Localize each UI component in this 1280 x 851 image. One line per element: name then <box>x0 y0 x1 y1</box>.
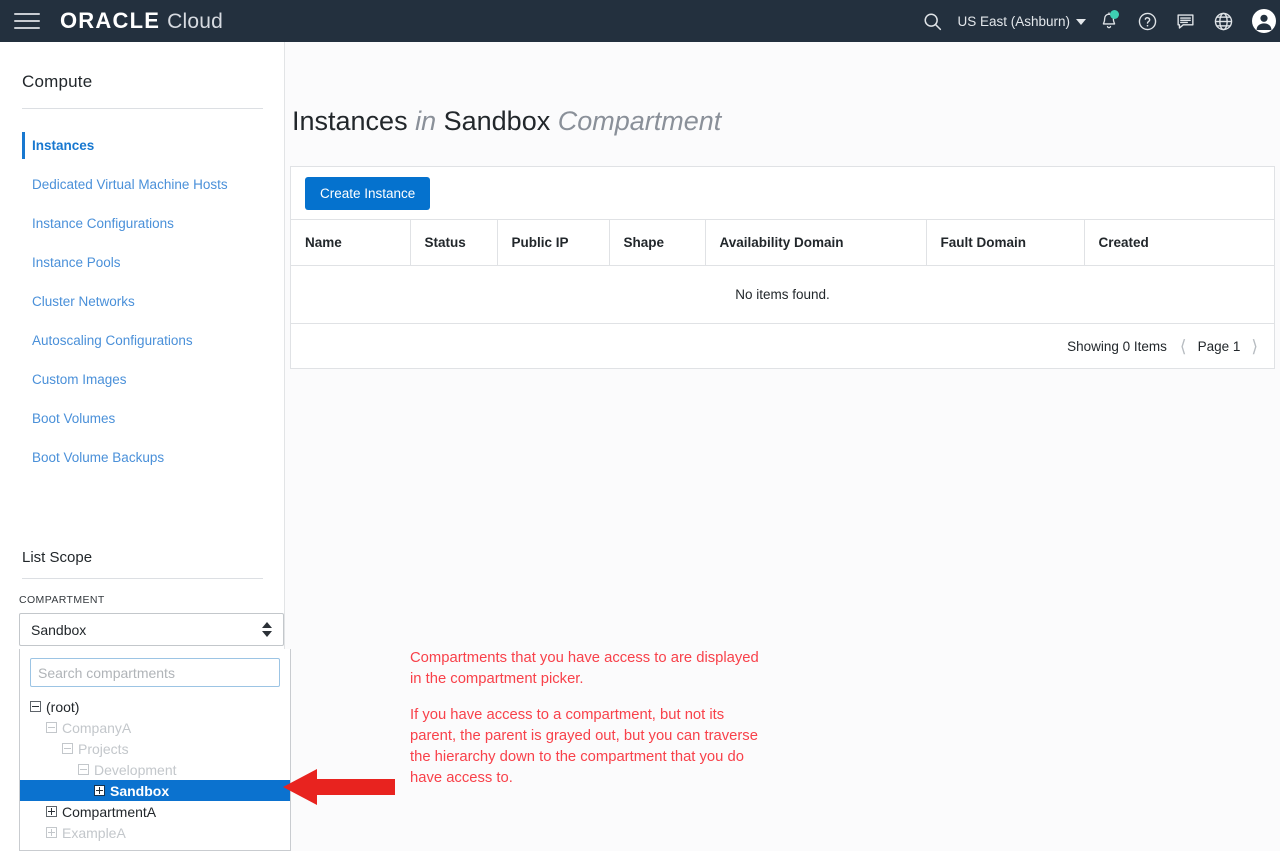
sidebar-item-label: Dedicated Virtual Machine Hosts <box>32 177 228 192</box>
top-header-bar: ORACLE Cloud US East (Ashburn) <box>0 0 1280 42</box>
create-instance-button[interactable]: Create Instance <box>305 176 431 210</box>
column-header-status[interactable]: Status <box>410 220 498 266</box>
sidebar-nav: Instances Dedicated Virtual Machine Host… <box>0 126 285 477</box>
table-header-row: Name Status Public IP Shape Availability… <box>291 220 1274 266</box>
sidebar-item-cluster-networks[interactable]: Cluster Networks <box>0 282 285 321</box>
list-scope-divider <box>22 578 263 579</box>
sidebar-divider <box>22 108 263 109</box>
tree-toggle-plus-icon[interactable] <box>46 827 57 838</box>
tree-toggle-minus-icon[interactable] <box>62 743 73 754</box>
brand-cloud-text: Cloud <box>167 10 223 33</box>
tree-node-label: Sandbox <box>110 782 170 799</box>
compartment-dropdown-panel: (root) CompanyA Projects Development San… <box>19 649 291 851</box>
sidebar-item-label: Autoscaling Configurations <box>32 333 193 348</box>
region-selector[interactable]: US East (Ashburn) <box>951 14 1090 29</box>
tree-node-development[interactable]: Development <box>20 759 290 780</box>
stepper-arrows-icon <box>262 622 272 637</box>
showing-items-count: Showing 0 Items <box>1067 338 1167 354</box>
page-number-label: Page 1 <box>1197 338 1241 354</box>
column-header-public-ip[interactable]: Public IP <box>497 220 610 266</box>
globe-icon[interactable] <box>1204 0 1242 42</box>
page-title: Instances in Sandbox Compartment <box>292 106 721 137</box>
search-icon[interactable] <box>913 0 951 42</box>
empty-state-message: No items found. <box>291 265 1274 324</box>
list-scope-title: List Scope <box>22 549 93 566</box>
sidebar-item-boot-volume-backups[interactable]: Boot Volume Backups <box>0 438 285 477</box>
bell-icon[interactable] <box>1090 0 1128 42</box>
tree-node-compartmenta[interactable]: CompartmentA <box>20 801 290 822</box>
column-header-availability-domain[interactable]: Availability Domain <box>705 220 927 266</box>
tree-node-examplea[interactable]: ExampleA <box>20 822 290 843</box>
instances-table: Name Status Public IP Shape Availability… <box>291 220 1274 324</box>
tree-toggle-minus-icon[interactable] <box>30 701 41 712</box>
column-header-shape[interactable]: Shape <box>609 220 706 266</box>
search-compartments-input[interactable] <box>30 658 280 687</box>
brand-logo[interactable]: ORACLE Cloud <box>60 8 223 34</box>
compartment-search-wrap <box>20 649 290 687</box>
arrow-left-pointer-icon <box>283 769 395 805</box>
sidebar-item-label: Instances <box>32 138 95 153</box>
annotation-callout: Compartments that you have access to are… <box>410 648 770 789</box>
tree-node-projects[interactable]: Projects <box>20 738 290 759</box>
table-empty-row: No items found. <box>291 265 1274 324</box>
sidebar-item-instances[interactable]: Instances <box>0 126 285 165</box>
tree-node-sandbox-selected[interactable]: Sandbox <box>20 780 290 801</box>
column-header-created[interactable]: Created <box>1084 220 1274 266</box>
tree-toggle-minus-icon[interactable] <box>78 764 89 775</box>
chevron-down-icon <box>1076 19 1086 25</box>
hamburger-menu-icon[interactable] <box>14 11 40 31</box>
sidebar-item-custom-images[interactable]: Custom Images <box>0 360 285 399</box>
sidebar-item-label: Instance Configurations <box>32 216 174 231</box>
compartment-tree: (root) CompanyA Projects Development San… <box>20 696 290 843</box>
page-title-compartment-name: Sandbox <box>443 106 551 136</box>
tree-node-label: ExampleA <box>62 824 126 841</box>
tree-node-label: Projects <box>78 740 129 757</box>
sidebar-item-label: Cluster Networks <box>32 294 135 309</box>
brand-oracle-text: ORACLE <box>60 8 161 33</box>
annotation-paragraph-2: If you have access to a compartment, but… <box>410 707 758 786</box>
page-title-in: in <box>415 106 437 136</box>
annotation-paragraph-1: Compartments that you have access to are… <box>410 650 759 687</box>
header-actions: US East (Ashburn) <box>913 0 1280 42</box>
tree-node-label: CompanyA <box>62 719 132 736</box>
compartment-select[interactable]: Sandbox <box>19 613 284 646</box>
tree-node-companya[interactable]: CompanyA <box>20 717 290 738</box>
tree-toggle-minus-icon[interactable] <box>46 722 57 733</box>
help-icon[interactable] <box>1128 0 1166 42</box>
avatar <box>1252 9 1276 33</box>
page-title-resource: Instances <box>292 106 408 136</box>
sidebar-item-label: Custom Images <box>32 372 127 387</box>
sidebar-item-instance-configurations[interactable]: Instance Configurations <box>0 204 285 243</box>
tree-node-label: CompartmentA <box>62 803 157 820</box>
sidebar-item-label: Boot Volume Backups <box>32 450 165 465</box>
tree-node-root[interactable]: (root) <box>20 696 290 717</box>
panel-toolbar: Create Instance <box>291 167 1274 220</box>
chevron-left-icon[interactable]: ⟨ <box>1180 338 1187 355</box>
sidebar-item-boot-volumes[interactable]: Boot Volumes <box>0 399 285 438</box>
column-header-name[interactable]: Name <box>291 220 411 266</box>
avatar-icon[interactable] <box>1242 0 1280 42</box>
compartment-select-value: Sandbox <box>31 621 87 638</box>
tree-node-label: (root) <box>46 698 80 715</box>
region-label: US East (Ashburn) <box>957 13 1070 29</box>
instances-panel: Create Instance Name Status Public IP Sh… <box>290 166 1275 369</box>
chat-icon[interactable] <box>1166 0 1204 42</box>
page-title-compartment-word: Compartment <box>557 106 722 136</box>
chevron-right-icon[interactable]: ⟩ <box>1251 338 1258 355</box>
compartment-field-label: COMPARTMENT <box>19 594 105 606</box>
sidebar-item-label: Boot Volumes <box>32 411 116 426</box>
tree-node-label: Development <box>94 761 177 778</box>
table-footer: Showing 0 Items ⟨ Page 1 ⟩ <box>291 324 1274 368</box>
sidebar-item-dedicated-virtual-machine-hosts[interactable]: Dedicated Virtual Machine Hosts <box>0 165 285 204</box>
tree-toggle-plus-icon[interactable] <box>94 785 105 796</box>
sidebar-item-autoscaling-configurations[interactable]: Autoscaling Configurations <box>0 321 285 360</box>
sidebar-title: Compute <box>22 72 93 91</box>
column-header-fault-domain[interactable]: Fault Domain <box>926 220 1085 266</box>
sidebar-item-label: Instance Pools <box>32 255 121 270</box>
sidebar-item-instance-pools[interactable]: Instance Pools <box>0 243 285 282</box>
tree-toggle-plus-icon[interactable] <box>46 806 57 817</box>
notification-badge-dot <box>1110 10 1119 19</box>
pagination-controls: ⟨ Page 1 ⟩ <box>1180 338 1258 355</box>
